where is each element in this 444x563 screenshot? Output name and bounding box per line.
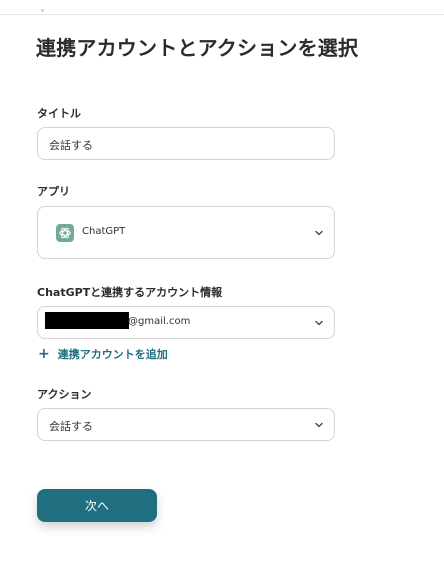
chevron-down-icon [315,320,323,326]
app-field-label: アプリ [37,185,70,198]
add-account-label: 連携アカウントを追加 [57,348,168,361]
title-input[interactable]: 会話する [37,127,335,160]
redacted-email-block [45,312,129,329]
account-select[interactable]: @gmail.com [37,306,335,339]
title-input-value: 会話する [49,139,93,152]
top-divider-mark [41,9,44,12]
action-field-label: アクション [37,388,92,401]
chevron-down-icon [315,230,323,236]
account-select-value: @gmail.com [128,316,191,327]
next-button[interactable]: 次へ [37,489,157,522]
plus-icon: + [38,346,50,362]
action-select[interactable]: 会話する [37,408,335,441]
action-select-value: 会話する [49,420,93,433]
title-field-label: タイトル [37,107,81,120]
add-account-link[interactable]: + 連携アカウントを追加 [38,346,168,362]
chevron-down-icon [315,422,323,428]
page-title: 連携アカウントとアクションを選択 [36,36,359,60]
top-divider [0,14,444,15]
page: 連携アカウントとアクションを選択 タイトル 会話する アプリ ChatGPT C… [0,0,444,563]
account-field-label: ChatGPTと連携するアカウント情報 [37,286,223,299]
app-select[interactable]: ChatGPT [37,206,335,259]
chatgpt-logo-icon [56,224,74,242]
app-select-value: ChatGPT [82,226,126,237]
